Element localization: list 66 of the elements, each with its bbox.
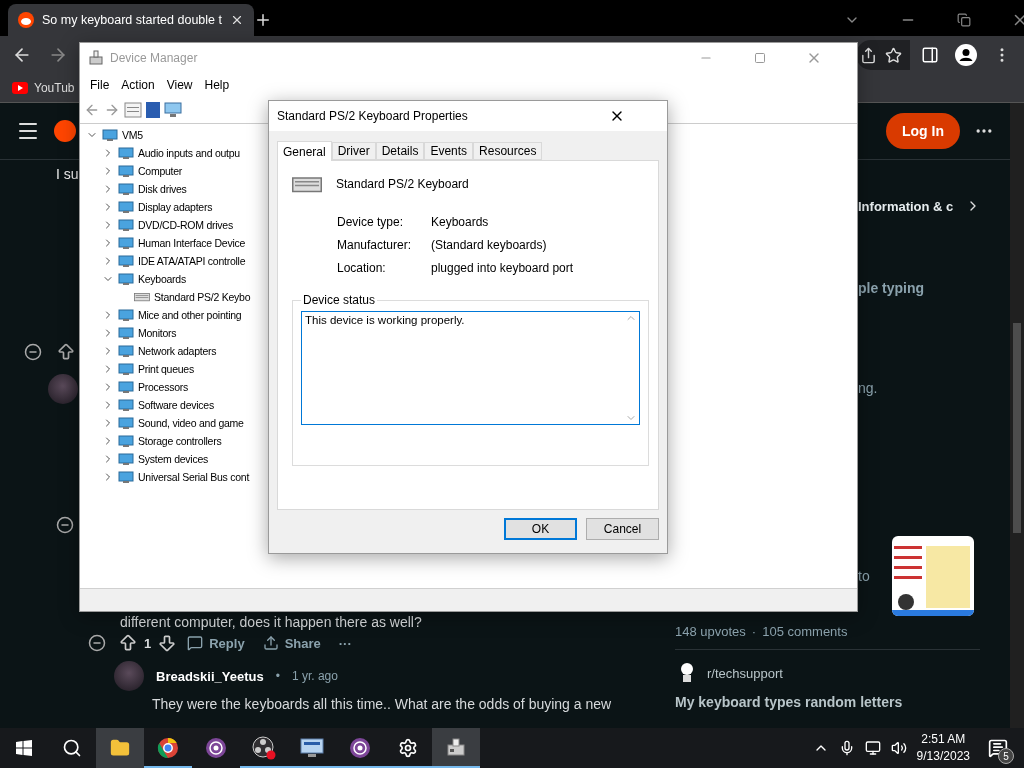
tree-item[interactable]: Keyboards [138,273,186,285]
dialog-title: Standard PS/2 Keyboard Properties [277,109,468,123]
bookmark-link[interactable]: YouTub [34,81,75,95]
tree-item[interactable]: Mice and other pointing [138,309,242,321]
info-link[interactable]: Information & c [858,198,954,214]
separator-dot: · [751,624,757,639]
property-value: plugged into keyboard port [431,261,575,275]
share-button[interactable]: Share [254,635,329,651]
tree-item[interactable]: System devices [138,453,209,465]
tab[interactable]: Details [375,142,425,160]
tree-item[interactable]: Computer [138,165,183,177]
upvote-count: 148 upvotes [675,624,746,639]
tree-item[interactable]: Human Interface Device [138,237,246,249]
post-title[interactable]: ple typing [858,280,1010,296]
group-title: Device status [302,293,377,307]
property-value: (Standard keyboards) [431,238,548,252]
tab[interactable]: Driver [331,142,376,160]
reply-button[interactable]: Reply [179,635,253,651]
device-name: Standard PS/2 Keyboard [336,177,469,191]
tree-item[interactable]: Print queues [138,363,194,375]
clock[interactable]: 2:51 AM 9/13/2023 [916,731,970,765]
tree-item[interactable]: Storage controllers [138,435,222,447]
dialog-button[interactable]: Cancel [586,518,659,540]
tab[interactable]: General [277,141,332,161]
tree-item[interactable]: Universal Serial Bus cont [138,471,250,483]
more-button[interactable]: ··· [330,635,360,651]
comment-age: 1 yr. ago [291,669,338,683]
tab[interactable]: Events [424,142,474,160]
dialog-button[interactable]: OK [504,518,577,540]
vote-count: 1 [144,635,152,651]
tree-item[interactable]: Standard PS/2 Keybo [154,291,251,303]
tree-item[interactable]: Software devices [138,399,214,411]
comment-count: 105 comments [762,624,848,639]
login-button[interactable]: Log In [886,113,960,149]
comment-text: They were the keyboards all this time.. What are the odds of buying a new [152,696,612,712]
post-text: ng. [858,380,879,396]
post-title[interactable]: to [858,568,870,584]
tree-item[interactable]: Network adapters [138,345,217,357]
tree-item[interactable]: Monitors [138,327,177,339]
property-label: Manufacturer: [337,238,413,252]
post-title[interactable]: My keyboard types random letters [675,694,1010,710]
tree-item[interactable]: VM5 [122,129,143,141]
separator-dot: • [275,669,280,683]
tree-item[interactable]: DVD/CD-ROM drives [138,219,233,231]
menu-item[interactable]: File [84,78,116,92]
property-value: Keyboards [431,215,490,229]
property-label: Location: [337,261,387,275]
menu-item[interactable]: View [160,78,199,92]
tab-title: So my keyboard started double t [42,13,222,27]
tree-item[interactable]: Disk drives [138,183,187,195]
tree-item[interactable]: Processors [138,381,188,393]
tree-item[interactable]: Display adapters [138,201,213,213]
window-title: Device Manager [110,51,198,65]
post-text: I su [56,166,79,182]
tab[interactable]: Resources [473,142,543,160]
property-label: Device type: [337,215,405,229]
tree-item[interactable]: IDE ATA/ATAPI controlle [138,255,246,267]
comment-text: different computer, does it happen there as well? [120,614,422,630]
notification-count: 5 [998,748,1014,764]
menu-item[interactable]: Action [115,78,161,92]
community-name[interactable]: r/techsupport [707,665,783,681]
tree-item[interactable]: Sound, video and game [138,417,244,429]
menu-item[interactable]: Help [198,78,236,92]
browser-tab[interactable]: So my keyboard started double t [8,4,254,36]
tree-item[interactable]: Audio inputs and outpu [138,147,240,159]
comment-author[interactable]: Breadskii_Yeetus [156,668,264,684]
